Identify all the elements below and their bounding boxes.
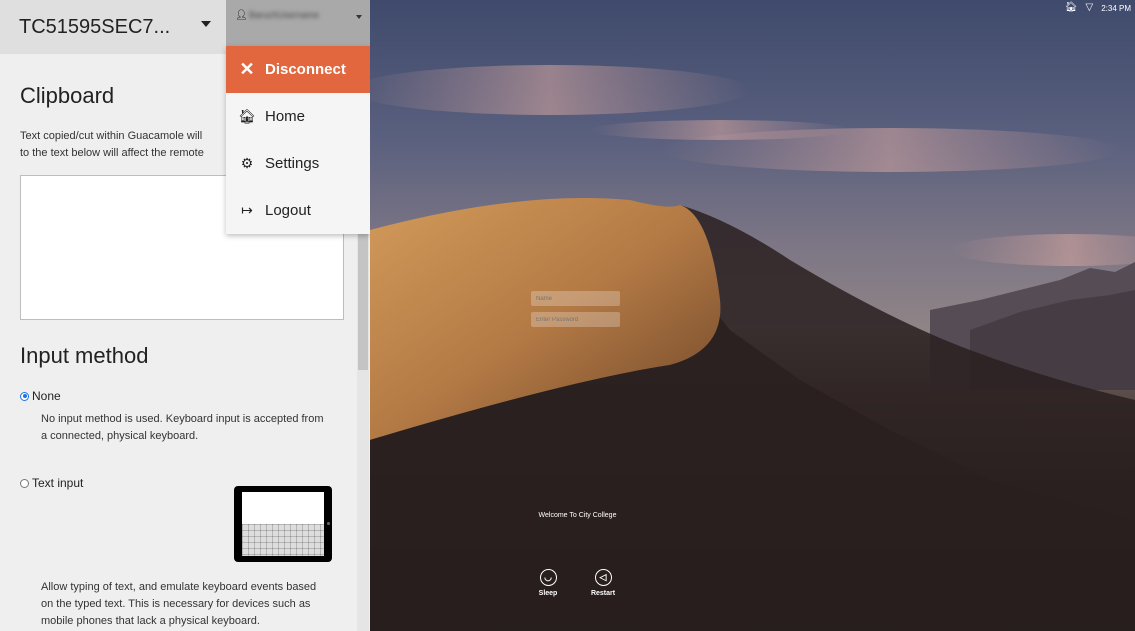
home-icon: 🏠︎ [1064,2,1078,13]
status-time: 2:34 PM [1101,3,1131,13]
welcome-message: Welcome To City College [538,512,617,519]
connection-caret-icon[interactable] [201,21,211,27]
text-input-description-line1: Allow typing of text, and emulate keyboa… [41,581,317,593]
username: BaruchUsername [249,10,320,20]
text-input-label: Text input [32,476,84,490]
home-menu-item[interactable]: 🏠︎ Home [226,93,370,140]
user-menu-button[interactable]: 👤︎ BaruchUsername [226,0,370,46]
user-dropdown-menu: ✕ Disconnect 🏠︎ Home ⚙︎ Settings ↦ Logou… [226,46,370,234]
tablet-keyboard-illustration [234,486,332,562]
disconnect-menu-item[interactable]: ✕ Disconnect [226,46,370,93]
clipboard-description-line1: Text copied/cut within Guacamole will [20,130,203,142]
text-input-description-line2: on the typed text. This is necessary for… [41,598,311,610]
status-bar: 🏠︎ ▽ 2:34 PM [1065,3,1131,13]
home-icon: 🏠︎ [238,108,256,124]
text-input-description-line3: mobile phones that lack a physical keybo… [41,615,260,627]
settings-label: Settings [265,155,320,172]
remote-desktop[interactable]: 🏠︎ ▽ 2:34 PM Welcome To City College ◡ S… [370,0,1135,631]
input-method-title: Input method [20,343,149,368]
restart-label: Restart [590,590,616,597]
guacamole-sidebar: TC51595SEC7... 👤︎ BaruchUsername Clipboa… [0,0,370,631]
settings-menu-item[interactable]: ⚙︎ Settings [226,140,370,187]
user-icon: 👤︎ [235,10,248,21]
chevron-down-icon [356,15,362,19]
gear-icon: ⚙︎ [240,155,254,171]
login-name-input[interactable] [531,291,620,306]
close-icon: ✕ [239,59,255,79]
sleep-label: Sleep [538,590,558,597]
input-method-none-option[interactable]: None [20,389,61,403]
clipboard-title: Clipboard [20,83,115,108]
clipboard-description-line2: to the text below will affect the remote [20,147,204,159]
connection-name[interactable]: TC51595SEC7... [19,16,170,39]
none-description-line1: No input method is used. Keyboard input … [41,413,324,425]
text-input-radio[interactable] [20,478,29,488]
none-label: None [32,389,61,403]
none-description-line2: a connected, physical keyboard. [41,430,199,442]
logout-icon: ↦ [241,202,253,218]
logout-label: Logout [265,202,311,219]
login-password-input[interactable] [531,312,620,327]
logout-menu-item[interactable]: ↦ Logout [226,187,370,234]
sleep-button[interactable]: ◡ Sleep [528,569,568,597]
restart-button[interactable]: ◁ Restart [583,569,623,597]
input-method-text-option[interactable]: Text input [20,476,83,490]
sleep-icon: ◡ [539,569,557,586]
none-radio[interactable] [20,391,29,401]
tablet-button [327,522,330,525]
disconnect-label: Disconnect [265,61,346,78]
home-label: Home [265,108,306,125]
restart-icon: ◁ [594,569,612,586]
desert-wallpaper [370,65,1135,631]
wifi-icon: ▽ [1085,2,1094,13]
tablet-keyboard [242,524,324,556]
